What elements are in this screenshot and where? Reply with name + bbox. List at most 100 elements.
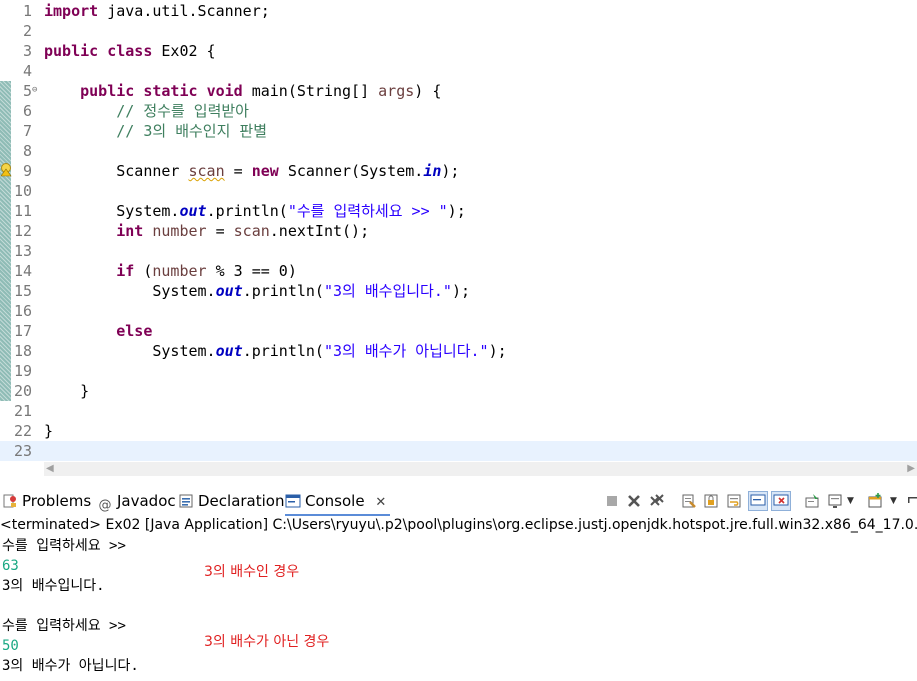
code-token: main(String[] — [242, 82, 379, 100]
open-console-icon[interactable] — [867, 493, 883, 509]
code-token: = — [224, 162, 252, 180]
code-line[interactable]: 21 — [0, 401, 917, 421]
console-icon — [285, 494, 301, 508]
line-number[interactable]: 11 — [0, 201, 32, 221]
show-on-stderr-icon[interactable] — [771, 491, 791, 511]
lightbulb-warning-icon[interactable] — [0, 163, 12, 177]
scroll-right-icon[interactable]: ▶ — [907, 463, 915, 474]
line-number[interactable]: 7 — [0, 121, 32, 141]
code-text: } — [44, 421, 53, 441]
code-line[interactable]: 2 — [0, 21, 917, 41]
code-line[interactable]: 17 else — [0, 321, 917, 341]
line-number[interactable]: 3 — [0, 41, 32, 61]
line-number[interactable]: 19 — [0, 361, 32, 381]
console-output-line: 수를 입력하세요 >> — [2, 538, 135, 554]
code-line[interactable]: 16 — [0, 301, 917, 321]
code-token: // 3의 배수인지 판별 — [116, 122, 268, 140]
line-number[interactable]: 13 — [0, 241, 32, 261]
code-text: System.out.println("수를 입력하세요 >> "); — [44, 201, 466, 221]
line-number[interactable]: 18 — [0, 341, 32, 361]
code-line[interactable]: 10 — [0, 181, 917, 201]
line-number[interactable]: 20 — [0, 381, 32, 401]
line-number[interactable]: 8 — [0, 141, 32, 161]
declaration-icon — [179, 494, 193, 508]
code-editor[interactable]: 1 import java.util.Scanner; 2 3 public class… — [0, 0, 917, 462]
code-token: // 정수를 입력받아 — [116, 102, 249, 120]
code-line[interactable]: 11 System.out.println("수를 입력하세요 >> "); — [0, 201, 917, 221]
remove-all-terminated-icon[interactable] — [649, 493, 665, 509]
line-number[interactable]: 22 — [0, 421, 32, 441]
code-line[interactable]: 20 } — [0, 381, 917, 401]
show-on-stdout-icon[interactable] — [748, 491, 768, 511]
remove-launch-icon[interactable] — [626, 493, 642, 509]
line-number[interactable]: 6 — [0, 101, 32, 121]
code-token: .println( — [206, 202, 288, 220]
line-number[interactable]: 2 — [0, 21, 32, 41]
scroll-left-icon[interactable]: ◀ — [46, 463, 54, 474]
line-number[interactable]: 14 — [0, 261, 32, 281]
scroll-lock-icon[interactable] — [703, 493, 719, 509]
code-text: Scanner scan = new Scanner(System.in); — [44, 161, 459, 181]
tab-declaration[interactable]: Declaration — [178, 488, 284, 514]
line-number[interactable]: 1 — [0, 1, 32, 21]
code-line[interactable]: 19 — [0, 361, 917, 381]
code-line[interactable]: 14 if (number % 3 == 0) — [0, 261, 917, 281]
code-token: Scanner — [44, 162, 189, 180]
editor-horizontal-scrollbar[interactable]: ◀ ▶ — [44, 462, 917, 476]
pin-console-icon[interactable] — [804, 493, 820, 509]
code-token: .nextInt(); — [269, 222, 370, 240]
line-number[interactable]: 21 — [0, 401, 32, 421]
code-text: if (number % 3 == 0) — [44, 261, 297, 281]
code-line[interactable]: 8 — [0, 141, 917, 161]
console-user-input: 50 — [2, 638, 19, 654]
word-wrap-icon[interactable] — [726, 493, 742, 509]
line-number[interactable]: 4 — [0, 61, 32, 81]
code-token: args — [378, 82, 415, 100]
line-number[interactable]: 10 — [0, 181, 32, 201]
console-output[interactable]: 수를 입력하세요 >> 63 3의 배수입니다. 수를 입력하세요 >> 50 3의 … — [0, 536, 917, 681]
code-line[interactable]: 7 // 3의 배수인지 판별 — [0, 121, 917, 141]
view-menu-icon[interactable] — [906, 493, 917, 509]
code-token: scan — [188, 162, 225, 180]
tab-problems[interactable]: Problems — [2, 488, 91, 514]
terminate-icon[interactable] — [604, 493, 620, 509]
line-number[interactable]: 16 — [0, 301, 32, 321]
code-line[interactable]: 3 public class Ex02 { — [0, 41, 917, 61]
code-token: System. — [44, 342, 216, 360]
code-token: new — [251, 162, 279, 180]
code-token: public — [80, 82, 135, 100]
code-line[interactable]: 12 int number = scan.nextInt(); — [0, 221, 917, 241]
code-line[interactable]: 23 — [0, 441, 917, 461]
chevron-down-icon[interactable]: ▼ — [890, 493, 906, 509]
code-token: "3의 배수가 아닙니다." — [323, 342, 489, 360]
line-number[interactable]: 5 — [0, 81, 32, 101]
code-line[interactable]: 18 System.out.println("3의 배수가 아닙니다."); — [0, 341, 917, 361]
code-token: out — [215, 342, 243, 360]
code-line[interactable]: 4 — [0, 61, 917, 81]
tab-javadoc[interactable]: @ Javadoc — [97, 488, 176, 514]
close-tab-icon[interactable]: ✕ — [375, 495, 386, 510]
at-sign-icon: @ — [98, 498, 112, 513]
line-number[interactable]: 17 — [0, 321, 32, 341]
line-number[interactable]: 12 — [0, 221, 32, 241]
line-number[interactable]: 15 — [0, 281, 32, 301]
code-token: out — [179, 202, 207, 220]
chevron-down-icon[interactable]: ▼ — [847, 493, 863, 509]
line-number[interactable]: 23 — [0, 441, 32, 461]
display-selected-console-icon[interactable] — [827, 493, 843, 509]
code-line[interactable]: 22} — [0, 421, 917, 441]
code-text: int number = scan.nextInt(); — [44, 221, 369, 241]
code-token: .println( — [242, 282, 324, 300]
code-line[interactable]: 15 System.out.println("3의 배수입니다."); — [0, 281, 917, 301]
code-line[interactable]: 5 ⊖ public static void main(String[] args… — [0, 81, 917, 101]
tab-console[interactable]: Console ✕ — [285, 488, 391, 516]
code-line[interactable]: 9 Scanner scan = new Scanner(System.in); — [0, 161, 917, 181]
code-line[interactable]: 13 — [0, 241, 917, 261]
code-line[interactable]: 6 // 정수를 입력받아 — [0, 101, 917, 121]
fold-collapse-icon[interactable]: ⊖ — [32, 86, 41, 95]
code-line[interactable]: 1 import java.util.Scanner; — [0, 1, 917, 21]
clear-console-icon[interactable] — [681, 493, 697, 509]
